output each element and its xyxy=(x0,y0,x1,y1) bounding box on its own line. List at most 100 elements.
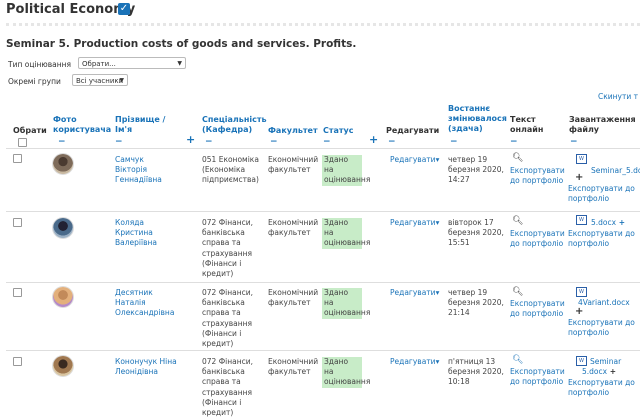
faculty-cell: Економічний факультет xyxy=(268,218,319,238)
col-file-upload: Завантаження файлу xyxy=(569,115,636,134)
col-select: Обрати xyxy=(13,126,47,135)
collapse-photo-icon[interactable]: − xyxy=(58,138,66,147)
col-photo[interactable]: Фото користувача xyxy=(53,115,111,135)
grade-type-select[interactable]: Обрати... ▼ xyxy=(78,57,186,69)
modified-cell: четвер 19 березня 2020, 14:27 xyxy=(448,155,504,185)
faculty-cell: Економічний факультет xyxy=(268,155,319,175)
export-portfolio-link[interactable]: Експортувати до портфоліо xyxy=(510,166,565,186)
collapse-text-icon[interactable]: − xyxy=(510,138,518,147)
file-link[interactable]: 4Variant.docx xyxy=(578,298,630,308)
file-link[interactable]: Seminar_5.docx xyxy=(591,166,640,176)
specialty-cell: 072 Фінанси, банківська справа та страхуван… xyxy=(202,357,254,418)
caret-down-icon: ▾ xyxy=(435,218,440,227)
student-name[interactable]: Коляда Кристина Валеріївна xyxy=(115,218,157,249)
file-link[interactable]: Seminar xyxy=(590,357,621,367)
modified-cell: вівторок 17 березня 2020, 15:51 xyxy=(448,218,504,248)
avatar[interactable] xyxy=(53,356,73,376)
faculty-cell: Економічний факультет xyxy=(268,357,319,377)
plus-icon[interactable]: + xyxy=(607,367,616,376)
export-portfolio-link[interactable]: Експортувати до портфоліо xyxy=(510,229,565,249)
file-link[interactable]: 5.docx + xyxy=(582,367,616,377)
header-divider xyxy=(6,148,640,149)
row-divider xyxy=(6,211,640,212)
expand-column-icon[interactable]: + xyxy=(186,133,195,146)
status-badge: Здано на оцінювання xyxy=(322,218,371,249)
row-select-checkbox[interactable] xyxy=(13,154,22,163)
collapse-name-icon[interactable]: − xyxy=(115,138,123,147)
collapse-modified-icon[interactable]: − xyxy=(450,138,458,147)
grade-type-value: Обрати... xyxy=(82,60,116,68)
plus-icon[interactable]: + xyxy=(575,172,583,183)
row-divider xyxy=(6,350,640,351)
select-all-checkbox[interactable] xyxy=(18,138,27,147)
file-export-link[interactable]: Експортувати до портфоліо xyxy=(568,378,635,398)
expand-column-icon[interactable]: + xyxy=(369,133,378,146)
chevron-down-icon: ▼ xyxy=(177,60,182,67)
groups-label: Окремі групи xyxy=(8,77,61,86)
caret-down-icon: ▾ xyxy=(435,357,440,366)
docx-file-icon: W xyxy=(576,154,587,164)
row-select-checkbox[interactable] xyxy=(13,288,22,297)
collapse-specialty-icon[interactable]: − xyxy=(205,138,213,147)
row-divider xyxy=(6,282,640,283)
student-name[interactable]: Кононучук Ніна Леонідівна xyxy=(115,357,177,377)
plus-icon[interactable]: + xyxy=(575,306,583,317)
row-select-checkbox[interactable] xyxy=(13,357,22,366)
modified-cell: п'ятниця 13 березня 2020, 10:18 xyxy=(448,357,504,387)
caret-down-icon: ▾ xyxy=(435,155,440,164)
edit-menu[interactable]: Редагувати▾ xyxy=(390,288,439,298)
faculty-cell: Економічний факультет xyxy=(268,288,319,308)
collapse-edit-icon[interactable]: − xyxy=(388,138,396,147)
file-export-link[interactable]: Експортувати до портфоліо xyxy=(568,229,635,249)
col-name[interactable]: Прізвище / Ім'я xyxy=(115,115,165,135)
status-badge: Здано на оцінювання xyxy=(322,288,371,319)
avatar[interactable] xyxy=(53,154,73,174)
magnifier-icon[interactable]: 🔍︎ xyxy=(512,287,523,297)
plus-icon[interactable]: + xyxy=(616,218,625,227)
groups-value: Всі учасники xyxy=(76,77,124,85)
row-select-checkbox[interactable] xyxy=(13,218,22,227)
col-faculty[interactable]: Факультет xyxy=(268,126,318,136)
status-badge: Здано на оцінювання xyxy=(322,357,371,388)
student-name[interactable]: Самчук Вікторія Геннадіївна xyxy=(115,155,162,186)
file-link[interactable]: 5.docx + xyxy=(591,218,625,228)
export-portfolio-link[interactable]: Експортувати до портфоліо xyxy=(510,299,565,319)
file-export-link[interactable]: Експортувати до портфоліо xyxy=(568,318,635,338)
grade-type-label: Тип оцінювання xyxy=(8,60,72,69)
collapse-status-icon[interactable]: − xyxy=(323,138,331,147)
collapse-faculty-icon[interactable]: − xyxy=(270,138,278,147)
col-modified[interactable]: Востаннє змінювалося (здача) xyxy=(448,104,507,134)
edit-menu[interactable]: Редагувати▾ xyxy=(390,155,439,165)
edit-menu[interactable]: Редагувати▾ xyxy=(390,218,439,228)
groups-select[interactable]: Всі учасники ▼ xyxy=(72,74,128,86)
magnifier-icon[interactable]: 🔍︎ xyxy=(512,153,523,163)
magnifier-icon[interactable]: 🔍︎ xyxy=(512,355,523,365)
export-portfolio-link[interactable]: Експортувати до портфоліо xyxy=(510,367,565,387)
specialty-cell: 072 Фінанси, банківська справа та страхуван… xyxy=(202,218,254,279)
assignment-title: Seminar 5. Production costs of goods and… xyxy=(6,38,357,50)
magnifier-icon[interactable]: 🔍︎ xyxy=(512,216,523,226)
docx-file-icon: W xyxy=(576,215,587,225)
file-export-link[interactable]: Експортувати до портфоліо xyxy=(568,184,635,204)
student-name[interactable]: Десятник Наталія Олександрівна xyxy=(115,288,174,319)
avatar[interactable] xyxy=(53,218,73,238)
completion-checkbox[interactable]: ✓ xyxy=(118,3,130,15)
col-online-text: Текст онлайн xyxy=(510,115,544,134)
avatar[interactable] xyxy=(53,287,73,307)
col-edit: Редагувати xyxy=(386,126,440,135)
docx-file-icon: W xyxy=(576,356,587,366)
title-divider xyxy=(6,23,640,26)
reset-table-link[interactable]: Скинути т xyxy=(598,92,638,101)
page-title: Political Economy xyxy=(6,2,136,17)
specialty-cell: 051 Економіка (Економіка підприємства) xyxy=(202,155,259,185)
col-specialty[interactable]: Спеціальність (Кафедра) xyxy=(202,115,267,135)
specialty-cell: 072 Фінанси, банківська справа та страхуван… xyxy=(202,288,254,349)
col-status[interactable]: Статус xyxy=(323,126,354,136)
modified-cell: четвер 19 березня 2020, 21:14 xyxy=(448,288,504,318)
collapse-files-icon[interactable]: − xyxy=(570,138,578,147)
chevron-down-icon: ▼ xyxy=(119,77,124,84)
status-badge: Здано на оцінювання xyxy=(322,155,371,186)
caret-down-icon: ▾ xyxy=(435,288,440,297)
edit-menu[interactable]: Редагувати▾ xyxy=(390,357,439,367)
docx-file-icon: W xyxy=(576,287,587,297)
